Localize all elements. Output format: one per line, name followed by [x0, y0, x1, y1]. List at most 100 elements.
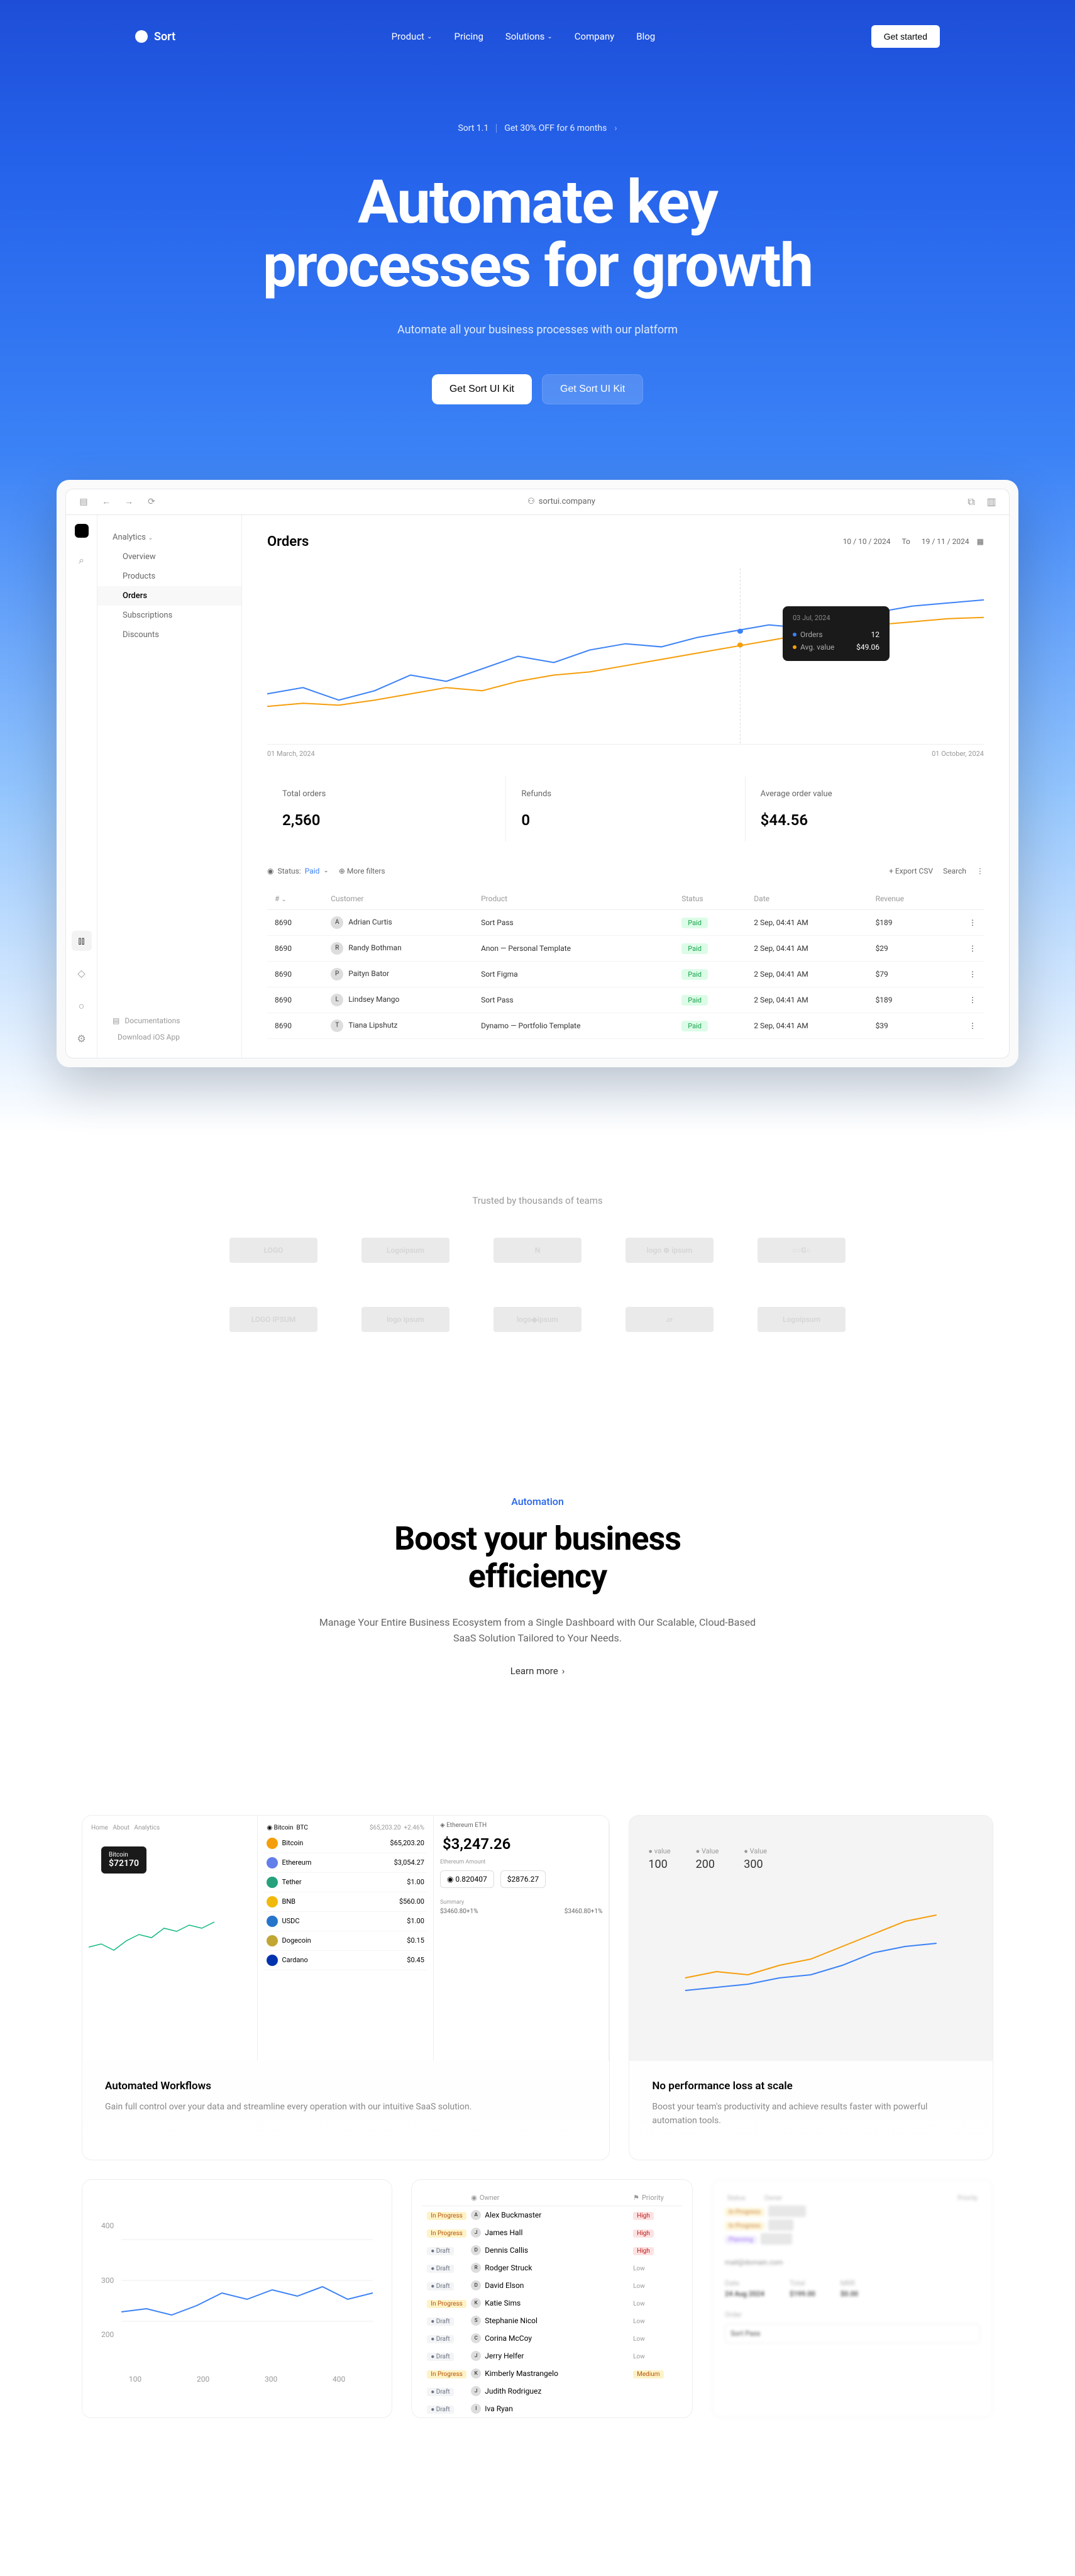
task-row[interactable]: ● Draft IIva Ryan — [422, 2400, 682, 2418]
row-menu-icon[interactable]: ⋮ — [944, 987, 984, 1013]
copy-icon[interactable]: ⧉ — [966, 497, 976, 507]
search-icon[interactable]: ⌕ — [72, 550, 92, 570]
status-filter[interactable]: ◉ Status: Paid ⌄ — [267, 867, 329, 875]
avatar: J — [471, 2351, 481, 2361]
col-product[interactable]: Product — [473, 888, 674, 910]
sidebar-discounts[interactable]: Discounts — [97, 625, 241, 645]
nav-solutions[interactable]: Solutions⌄ — [505, 31, 553, 42]
hero-ctas: Get Sort UI Kit Get Sort UI Kit — [0, 374, 1075, 404]
forward-icon[interactable]: → — [124, 497, 134, 507]
nav-blog[interactable]: Blog — [636, 31, 655, 42]
sidebar-subscriptions[interactable]: Subscriptions — [97, 606, 241, 625]
sidebar-analytics[interactable]: Analytics ⌄ — [97, 528, 241, 547]
task-row[interactable]: ● Draft SStephanie Nicol Low — [422, 2312, 682, 2329]
search-button[interactable]: Search — [943, 867, 966, 875]
avatar: A — [471, 2210, 481, 2220]
settings-icon[interactable]: ⚙ — [72, 1029, 92, 1049]
col-status[interactable]: Status — [674, 888, 746, 910]
col-revenue[interactable]: Revenue — [868, 888, 944, 910]
logo[interactable]: Sort — [135, 30, 175, 43]
table-row[interactable]: 8690 PPaityn Bator Sort Figma Paid 2 Sep… — [267, 961, 984, 987]
status-badge: Paid — [681, 969, 708, 980]
back-icon[interactable]: ← — [101, 497, 111, 507]
avatar: K — [471, 2368, 481, 2379]
task-row[interactable]: ● Draft JJudith Rodriguez — [422, 2382, 682, 2400]
col-date[interactable]: Date — [746, 888, 868, 910]
feature-card-workflows: Home About Analytics Bitcoin $72170 ◉ Bi… — [82, 1815, 610, 2160]
table-menu-icon[interactable]: ⋮ — [976, 867, 984, 875]
sidebar-orders[interactable]: Orders — [97, 586, 241, 606]
app-logo-icon[interactable] — [75, 524, 89, 538]
task-row[interactable]: In Progress JJames Hall High — [422, 2224, 682, 2241]
partner-logo: N — [493, 1238, 582, 1263]
status-badge: Paid — [681, 995, 708, 1006]
table-row[interactable]: 8690 TTiana Lipshutz Dynamo — Portfolio … — [267, 1013, 984, 1038]
row-menu-icon[interactable]: ⋮ — [944, 961, 984, 987]
task-row[interactable]: In Progress KKimberly Mastrangelo Medium — [422, 2365, 682, 2382]
sidebar-docs[interactable]: ▤ Documentations — [113, 1013, 226, 1029]
metrics-row: Total orders 2,560 Refunds 0 Average ord… — [267, 777, 984, 841]
hero-title: Automate key processes for growth — [0, 171, 1075, 298]
panel-icon[interactable]: ▥ — [986, 497, 996, 507]
task-row[interactable]: ● Draft DDennis Callis High — [422, 2241, 682, 2259]
chevron-down-icon: ⌄ — [427, 33, 432, 40]
col-id[interactable]: # ⌄ — [267, 888, 323, 910]
avatar: K — [471, 2298, 481, 2308]
trade-price: $3,247.26 — [440, 1829, 602, 1859]
more-filters[interactable]: ⊕ More filters — [339, 867, 385, 875]
row-menu-icon[interactable]: ⋮ — [944, 909, 984, 935]
shield-icon[interactable]: ◇ — [72, 963, 92, 984]
col-customer[interactable]: Customer — [323, 888, 473, 910]
get-started-button[interactable]: Get started — [871, 25, 940, 48]
nav-product[interactable]: Product⌄ — [392, 31, 433, 42]
logo-row: LOGO Logoipsum N logo ⊕ ipsum ○○G○ LOGO … — [192, 1238, 883, 1332]
learn-more-link[interactable]: Learn more › — [510, 1665, 565, 1677]
task-row[interactable]: ● Draft CCorina McCoy Low — [422, 2329, 682, 2347]
sidebar-products[interactable]: Products — [97, 567, 241, 586]
row-menu-icon[interactable]: ⋮ — [944, 1013, 984, 1038]
status-badge: Paid — [681, 943, 708, 954]
export-csv[interactable]: + Export CSV — [889, 867, 933, 875]
cta-secondary-button[interactable]: Get Sort UI Kit — [542, 374, 643, 404]
avatar: J — [471, 2228, 481, 2238]
date-range-picker[interactable]: 10 / 10 / 2024 To 19 / 11 / 2024 ▦ — [839, 535, 984, 548]
feature-title: Automated Workflows — [105, 2080, 587, 2092]
dashboard-rail: ⌕ ⫾⫾ ◇ ○ ⚙ — [66, 515, 97, 1058]
avatar: P — [331, 968, 343, 980]
task-row[interactable]: ● Draft DDavid Elson Low — [422, 2277, 682, 2294]
task-row[interactable]: ● Draft RRodger Struck Low — [422, 2259, 682, 2277]
chat-icon[interactable]: ○ — [72, 996, 92, 1016]
order-detail-card: StatusOwnerPriority In Progress In Progr… — [712, 2179, 993, 2418]
table-row[interactable]: 8690 RRandy Bothman Anon — Personal Temp… — [267, 935, 984, 961]
chevron-right-icon: › — [562, 1665, 565, 1677]
nav-company[interactable]: Company — [575, 31, 614, 42]
row-menu-icon[interactable]: ⋮ — [944, 935, 984, 961]
sidebar-download[interactable]: Download iOS App — [113, 1029, 226, 1045]
task-row[interactable]: In Progress KKatie Sims Low — [422, 2294, 682, 2312]
banner-version: Sort 1.1 — [458, 123, 488, 133]
sidebar-toggle-icon[interactable]: ▤ — [79, 497, 89, 507]
sidebar-overview[interactable]: Overview — [97, 547, 241, 567]
feature-image: Home About Analytics Bitcoin $72170 ◉ Bi… — [82, 1816, 609, 2061]
chart-tooltip: 03 Jul, 2024 Orders 12 Avg. value $49.06 — [783, 606, 890, 661]
cta-primary-button[interactable]: Get Sort UI Kit — [432, 374, 532, 404]
banner-offer: Get 30% OFF for 6 months — [504, 123, 607, 133]
promo-banner[interactable]: Sort 1.1 Get 30% OFF for 6 months › — [0, 123, 1075, 133]
task-row[interactable]: ● Draft JJerry Helfer Low — [422, 2347, 682, 2365]
task-row[interactable]: In Progress AAlex Buckmaster High — [422, 2206, 682, 2224]
url-bar[interactable]: ⚇ sortui.company — [167, 497, 956, 506]
avatar: D — [471, 2245, 481, 2255]
dashboard-sidebar: Analytics ⌄ Overview Products Orders Sub… — [97, 515, 242, 1058]
table-row[interactable]: 8690 LLindsey Mango Sort Pass Paid 2 Sep… — [267, 987, 984, 1013]
analytics-icon[interactable]: ⫾⫾ — [72, 931, 92, 951]
logo-text: Sort — [154, 30, 175, 43]
partner-logo: logo◆ipsum — [493, 1307, 582, 1332]
chart-date-range: 01 March, 2024 01 October, 2024 — [267, 750, 984, 758]
table-row[interactable]: 8690 AAdrian Curtis Sort Pass Paid 2 Sep… — [267, 909, 984, 935]
nav-pricing[interactable]: Pricing — [454, 31, 483, 42]
automation-eyebrow: Automation — [0, 1496, 1075, 1507]
table-controls: ◉ Status: Paid ⌄ ⊕ More filters + Export… — [267, 860, 984, 882]
refresh-icon[interactable]: ⟳ — [146, 497, 157, 507]
chevron-down-icon: ⌄ — [148, 535, 153, 541]
automation-desc: Manage Your Entire Business Ecosystem fr… — [317, 1614, 758, 1646]
